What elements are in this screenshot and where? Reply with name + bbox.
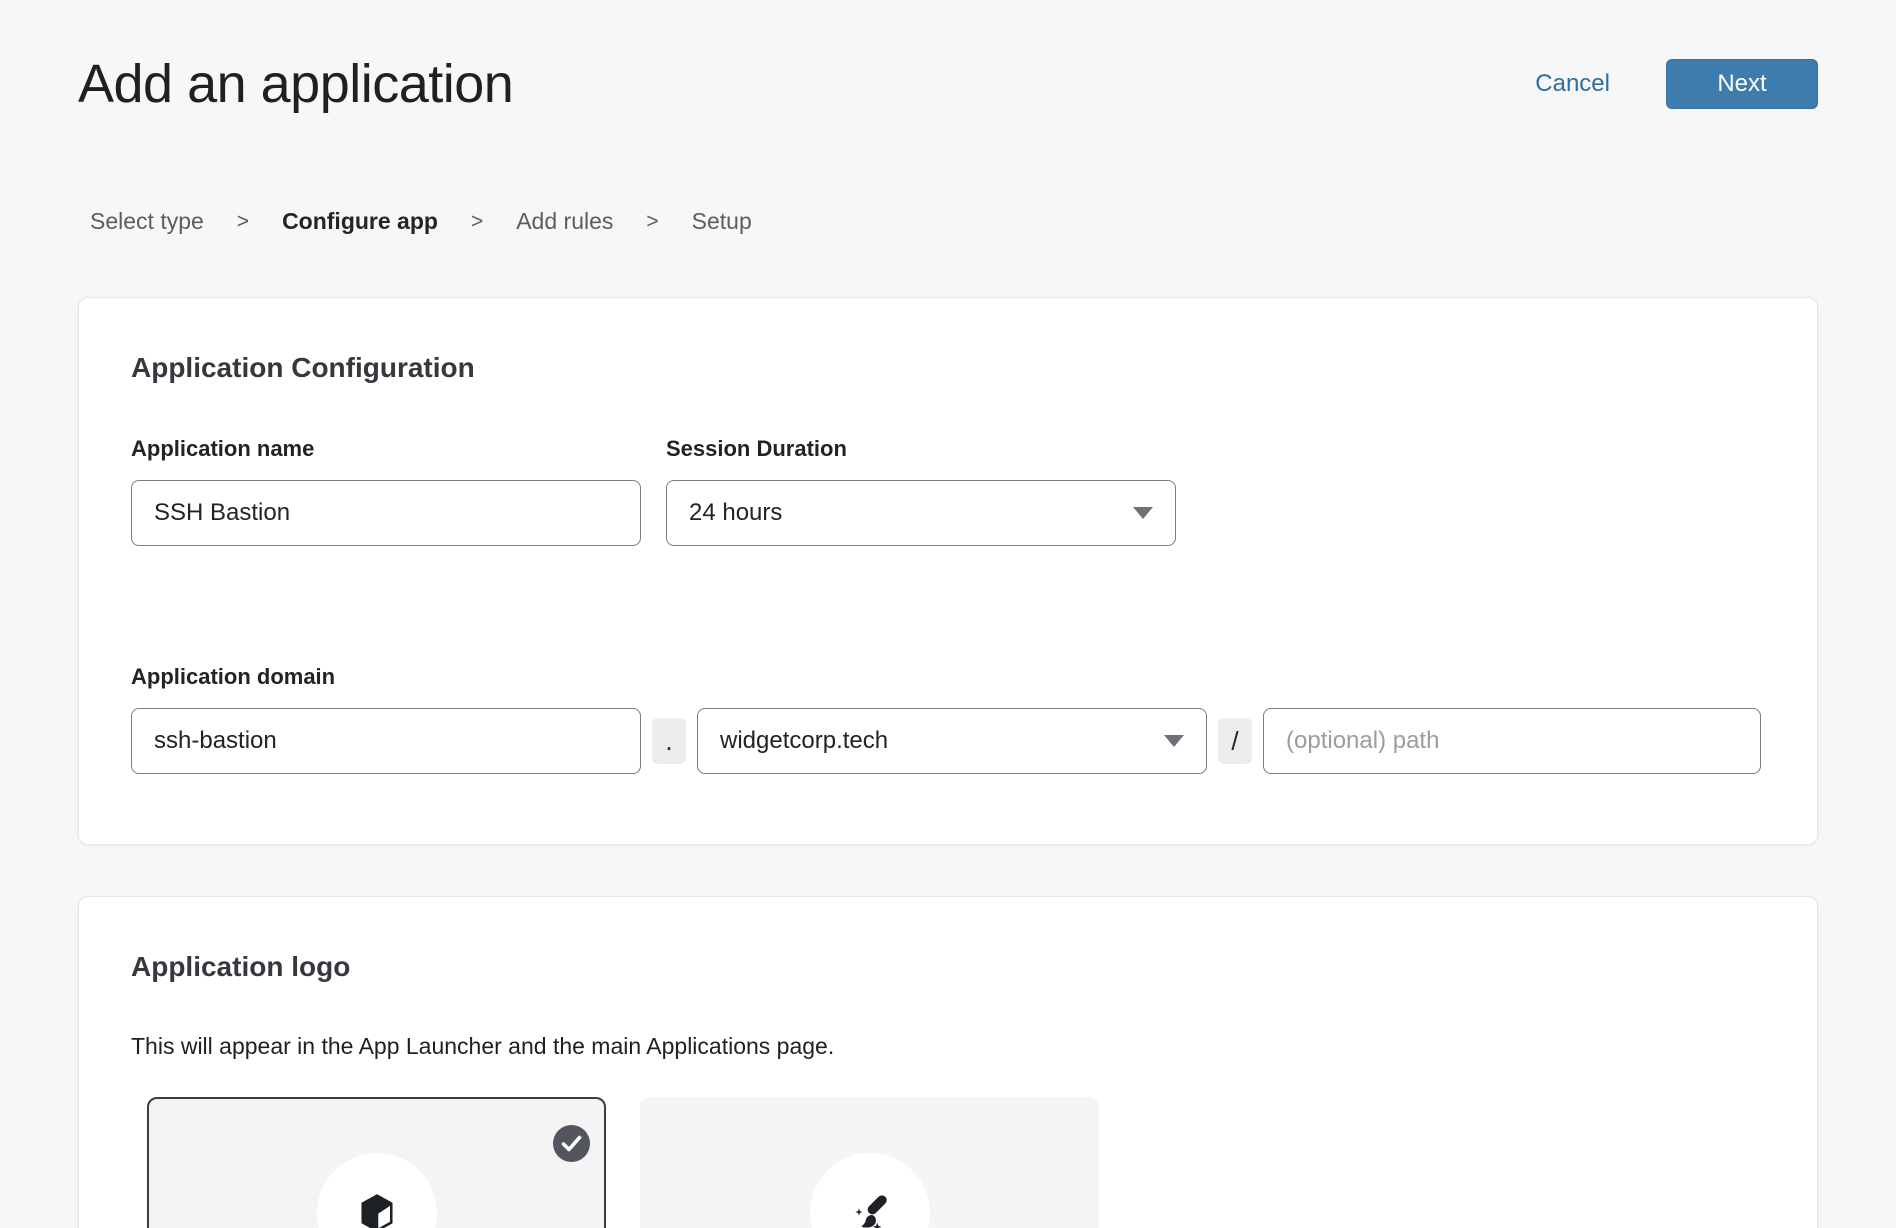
configuration-card-title: Application Configuration bbox=[131, 350, 1761, 386]
application-name-label: Application name bbox=[131, 436, 641, 462]
add-application-page: Add an application Cancel Next Select ty… bbox=[0, 0, 1896, 1228]
logo-preview-circle bbox=[317, 1153, 437, 1228]
cancel-button[interactable]: Cancel bbox=[1535, 70, 1610, 98]
next-button[interactable]: Next bbox=[1666, 59, 1818, 109]
step-configure-app[interactable]: Configure app bbox=[282, 208, 438, 235]
logo-option-custom[interactable] bbox=[640, 1097, 1099, 1228]
application-domain-group: Application domain . widgetcorp.tech / bbox=[131, 664, 1761, 774]
chevron-down-icon bbox=[1164, 735, 1184, 747]
selected-check-icon bbox=[553, 1125, 590, 1162]
application-name-field: Application name bbox=[131, 436, 641, 546]
session-duration-select[interactable]: 24 hours bbox=[666, 480, 1176, 546]
session-duration-value: 24 hours bbox=[689, 499, 782, 527]
session-duration-label: Session Duration bbox=[666, 436, 1176, 462]
page-header: Add an application Cancel Next bbox=[78, 48, 1818, 120]
logo-option-default[interactable] bbox=[147, 1097, 606, 1228]
step-select-type[interactable]: Select type bbox=[90, 208, 204, 235]
application-configuration-card: Application Configuration Application na… bbox=[78, 297, 1818, 845]
application-domain-row: . widgetcorp.tech / bbox=[131, 708, 1761, 774]
dot-separator: . bbox=[652, 718, 686, 764]
name-duration-row: Application name Session Duration 24 hou… bbox=[131, 436, 1761, 546]
logo-preview-circle bbox=[810, 1153, 930, 1228]
step-add-rules[interactable]: Add rules bbox=[516, 208, 613, 235]
paintbrush-icon bbox=[847, 1190, 893, 1228]
breadcrumb: Select type > Configure app > Add rules … bbox=[78, 208, 1818, 235]
logo-card-title: Application logo bbox=[131, 949, 1761, 985]
domain-select-value: widgetcorp.tech bbox=[720, 727, 888, 755]
application-logo-card: Application logo This will appear in the… bbox=[78, 896, 1818, 1228]
domain-select[interactable]: widgetcorp.tech bbox=[697, 708, 1207, 774]
breadcrumb-separator: > bbox=[646, 210, 658, 234]
subdomain-input[interactable] bbox=[131, 708, 641, 774]
application-name-input[interactable] bbox=[131, 480, 641, 546]
logo-options bbox=[147, 1097, 1761, 1228]
page-title: Add an application bbox=[78, 53, 513, 115]
breadcrumb-separator: > bbox=[237, 210, 249, 234]
header-actions: Cancel Next bbox=[1535, 59, 1818, 109]
cube-icon bbox=[358, 1192, 396, 1228]
session-duration-field: Session Duration 24 hours bbox=[666, 436, 1176, 546]
chevron-down-icon bbox=[1133, 507, 1153, 519]
logo-description: This will appear in the App Launcher and… bbox=[131, 1033, 1761, 1060]
breadcrumb-separator: > bbox=[471, 210, 483, 234]
step-setup[interactable]: Setup bbox=[692, 208, 752, 235]
application-domain-label: Application domain bbox=[131, 664, 1761, 690]
slash-separator: / bbox=[1218, 718, 1252, 764]
path-input[interactable] bbox=[1263, 708, 1761, 774]
